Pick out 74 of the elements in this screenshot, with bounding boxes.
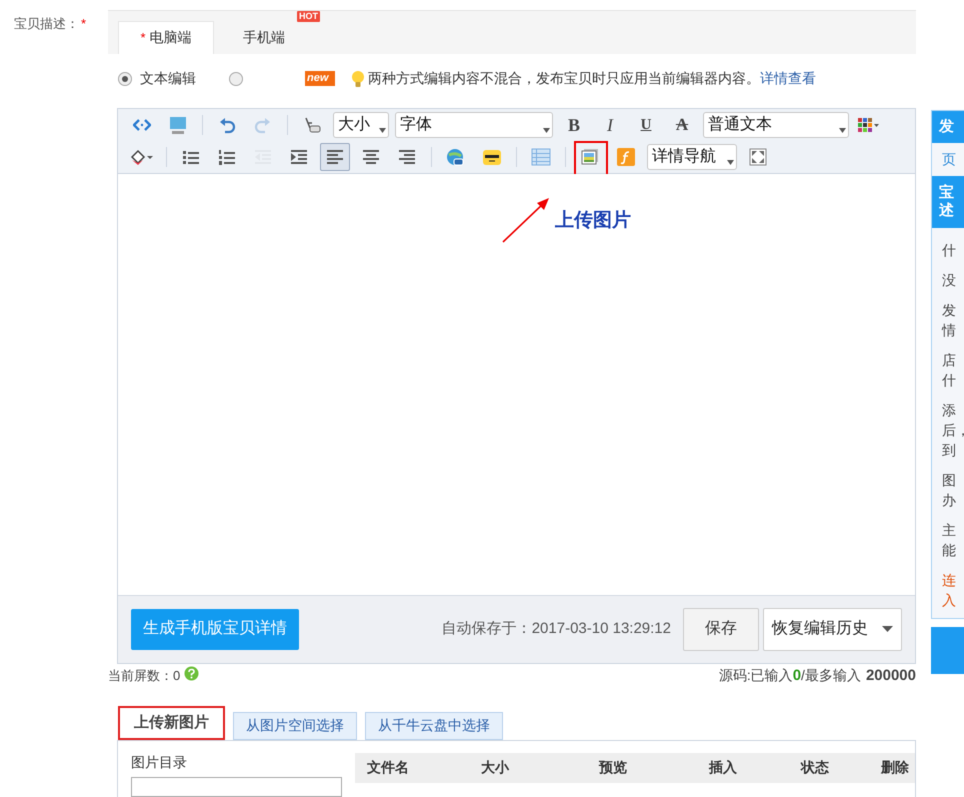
align-right-icon bbox=[398, 148, 416, 166]
column-header: 状态 bbox=[801, 758, 830, 778]
field-label: 宝贝描述： bbox=[14, 15, 79, 33]
pointer-arrow[interactable] bbox=[501, 196, 551, 244]
caret-icon[interactable] bbox=[727, 160, 734, 165]
strike-button[interactable]: A bbox=[664, 112, 700, 138]
font-dropdown[interactable]: 普通文本 bbox=[703, 112, 849, 138]
max-label: /最多输入 bbox=[801, 666, 861, 686]
save-button[interactable]: 保存 bbox=[683, 608, 759, 651]
radio-button[interactable] bbox=[229, 72, 243, 86]
required-mark: * bbox=[140, 28, 146, 47]
upload-tab[interactable]: 上传新图片 bbox=[118, 706, 225, 740]
radio-button[interactable] bbox=[118, 72, 132, 86]
upload-tab[interactable]: 从千牛云盘中选择 bbox=[365, 712, 503, 740]
input-count: 0 bbox=[792, 666, 802, 686]
caret-icon[interactable] bbox=[543, 128, 550, 133]
section-title: 宝 bbox=[939, 184, 955, 202]
max-count: 200000 bbox=[866, 666, 916, 686]
device-tab[interactable]: 手机端 bbox=[216, 20, 312, 54]
sidebar-item[interactable]: 到 bbox=[942, 440, 964, 460]
caret-icon[interactable] bbox=[882, 626, 893, 632]
column-header: 大小 bbox=[481, 758, 510, 778]
sidebar-item[interactable]: 添 bbox=[942, 400, 964, 420]
font-dropdown[interactable]: 字体 bbox=[395, 112, 553, 138]
sidebar-item[interactable]: 什 bbox=[942, 240, 964, 260]
font-dropdown[interactable]: 详情导航 bbox=[647, 144, 737, 170]
sidebar-item[interactable]: 没 bbox=[942, 270, 964, 290]
upload-tab[interactable]: 从图片空间选择 bbox=[233, 712, 357, 740]
align-center-icon bbox=[362, 148, 380, 166]
autosave-text: 自动保存于：2017-03-10 13:29:12 bbox=[442, 619, 671, 640]
column-header: 删除 bbox=[881, 758, 910, 778]
sidebar-item[interactable]: 店 bbox=[942, 350, 964, 370]
sidebar-item[interactable]: 后， bbox=[942, 420, 964, 440]
required-mark: * bbox=[81, 15, 86, 33]
italic-button[interactable]: I bbox=[592, 112, 628, 138]
sidebar-item[interactable]: 入 bbox=[942, 590, 964, 610]
image-icon[interactable] bbox=[581, 148, 599, 166]
radio-label: 文本编辑 bbox=[140, 69, 196, 88]
sidebar-item[interactable]: 图 bbox=[942, 470, 964, 490]
undo-icon[interactable] bbox=[218, 116, 236, 134]
directory-label: 图片目录 bbox=[131, 752, 188, 771]
sidebar-item[interactable]: 主 bbox=[942, 520, 964, 540]
tip-text: 两种方式编辑内容不混合，发布宝贝时只应用当前编辑器内容。 bbox=[368, 69, 760, 88]
screen-count: 当前屏数：0 bbox=[108, 667, 180, 686]
align-left-icon bbox=[326, 148, 344, 166]
sidebar-item[interactable]: 办 bbox=[942, 490, 964, 510]
caret-icon[interactable] bbox=[839, 128, 846, 133]
column-header: 插入 bbox=[709, 758, 738, 778]
sidebar-item[interactable]: 能 bbox=[942, 540, 964, 560]
device-tab[interactable]: * 电脑端 bbox=[118, 20, 214, 54]
align-button[interactable] bbox=[320, 142, 350, 171]
section-title: 述 bbox=[939, 202, 955, 220]
font-dropdown[interactable]: 大小 bbox=[333, 112, 389, 138]
indent-icon[interactable] bbox=[290, 148, 308, 166]
fullscreen-icon[interactable] bbox=[749, 148, 767, 166]
sidebar-item[interactable]: 什 bbox=[942, 370, 964, 390]
caret-icon[interactable] bbox=[379, 128, 386, 133]
globe-link-icon[interactable] bbox=[446, 148, 466, 166]
history-dropdown[interactable]: 恢复编辑历史 bbox=[763, 608, 902, 651]
sidebar-item[interactable]: 发 bbox=[942, 300, 964, 320]
underline-button[interactable]: U bbox=[628, 112, 664, 138]
numbered-list-icon[interactable] bbox=[218, 148, 236, 166]
sidebar-header: 发 bbox=[932, 111, 964, 143]
sidebar-item[interactable]: 情 bbox=[942, 320, 964, 340]
callout-label: 上传图片 bbox=[555, 208, 631, 233]
paint-bucket-icon[interactable] bbox=[129, 148, 155, 166]
details-link[interactable]: 详情查看 bbox=[760, 68, 816, 90]
bold-button[interactable]: B bbox=[556, 112, 592, 138]
new-badge: new bbox=[305, 71, 335, 86]
hot-badge: HOT bbox=[297, 10, 320, 22]
source-count-label: 源码:已输入 bbox=[718, 666, 793, 686]
sidebar-item[interactable]: 连 bbox=[942, 570, 964, 590]
column-header: 文件名 bbox=[366, 758, 410, 778]
column-header: 预览 bbox=[599, 758, 628, 778]
